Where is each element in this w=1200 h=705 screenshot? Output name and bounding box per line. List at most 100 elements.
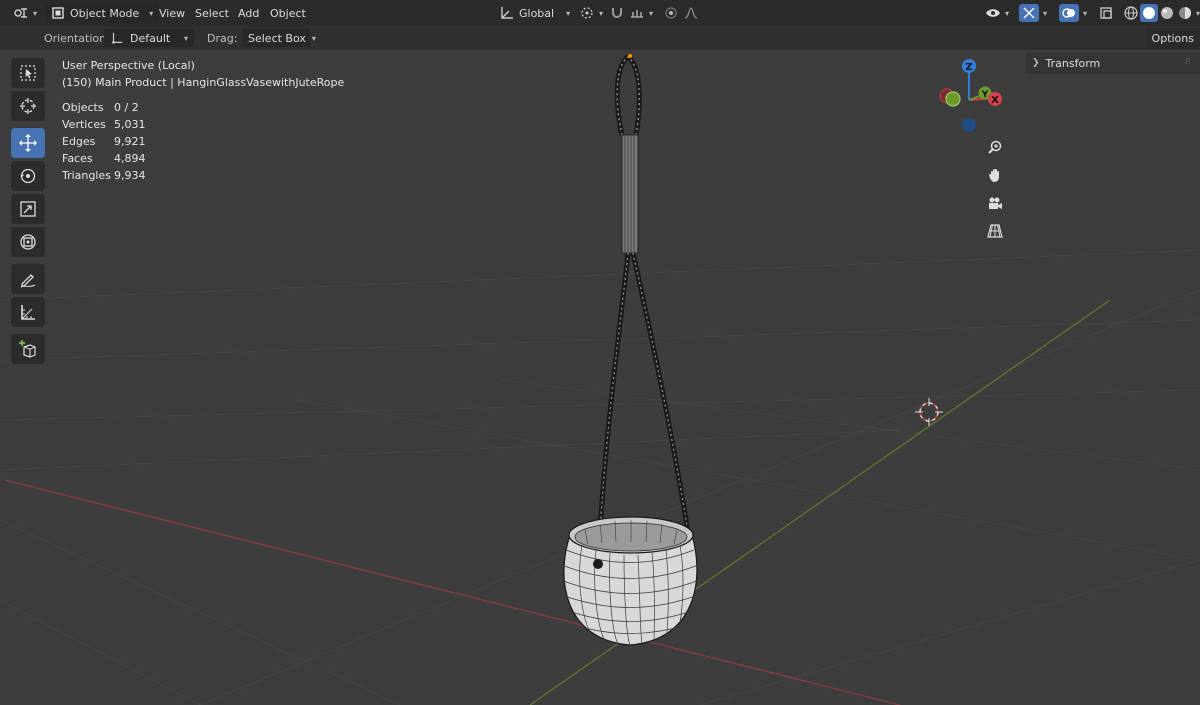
select-box-icon: [20, 65, 36, 81]
hand-icon: [989, 169, 999, 182]
chevron-down-icon: ▾: [183, 33, 188, 43]
3d-cursor[interactable]: [915, 398, 943, 426]
orientation-label: Global: [519, 6, 555, 20]
move-icon: [19, 134, 37, 152]
cursor-tool[interactable]: [11, 91, 45, 121]
rendered-shading-button[interactable]: [1176, 5, 1194, 21]
viewport-scene: [0, 53, 1200, 705]
move-tool[interactable]: [11, 128, 45, 158]
gizmo-toggle[interactable]: ▾: [1014, 0, 1052, 26]
wireframe-shading-button[interactable]: [1122, 5, 1140, 21]
rotate-tool[interactable]: [11, 161, 45, 191]
measure-icon: [21, 305, 35, 320]
overlays-toggle[interactable]: ▾: [1054, 0, 1092, 26]
orientation-dropdown[interactable]: Default ▾: [104, 26, 194, 50]
proportional-icon: [665, 7, 677, 19]
annotate-tool[interactable]: [11, 264, 45, 294]
eye-icon: [986, 9, 1000, 17]
options-button[interactable]: Options: [1145, 28, 1200, 48]
gizmo-icon: [1023, 7, 1035, 19]
select-box-tool[interactable]: [11, 58, 45, 88]
scene-statistics: Objects 0 / 2 Vertices 5,031 Edges 9,921 Fa…: [62, 99, 146, 184]
orientation-icon: [501, 7, 513, 19]
chevron-down-icon: ▾: [599, 8, 604, 18]
gizmo-button[interactable]: [1019, 4, 1039, 22]
menu-select[interactable]: Select: [189, 0, 235, 26]
camera-view-button[interactable]: [983, 191, 1007, 215]
neg-y-axis-ball[interactable]: [945, 91, 961, 107]
hanging-vase-model[interactable]: [560, 53, 700, 646]
stat-row: Faces 4,894: [62, 152, 146, 165]
mode-dropdown[interactable]: Object Mode ▾: [45, 0, 159, 26]
falloff-icon: [684, 7, 698, 19]
scale-tool[interactable]: [11, 194, 45, 224]
origin-point: [628, 54, 632, 58]
rendered-sphere-icon: [1179, 7, 1191, 19]
view-name: User Perspective (Local): [62, 59, 195, 72]
object-path: (150) Main Product | HanginGlassVasewith…: [62, 76, 345, 89]
visibility-dropdown[interactable]: ▾: [980, 0, 1014, 26]
drag-dropdown[interactable]: Select Box ▾: [242, 26, 316, 50]
drag-setting: Drag:: [207, 26, 237, 50]
navigation-gizmo[interactable]: Z Y X: [930, 52, 1010, 142]
menu-add[interactable]: Add: [232, 0, 265, 26]
pan-button[interactable]: [983, 163, 1007, 187]
solid-shading-button[interactable]: [1140, 4, 1158, 22]
orientation-setting-label: Orientation:: [44, 31, 110, 45]
xray-toggle[interactable]: [1098, 0, 1114, 26]
snap-increment-icon: [631, 10, 643, 18]
transform-panel-label: Transform: [1045, 56, 1101, 70]
zoom-icon: [988, 140, 1002, 154]
scale-icon: [20, 201, 36, 217]
chevron-down-icon: ▾: [1043, 8, 1048, 18]
measure-tool[interactable]: [11, 297, 45, 327]
y-axis-label: Y: [981, 90, 989, 100]
overlays-icon: [1062, 8, 1075, 18]
zoom-button[interactable]: [983, 135, 1007, 159]
add-cube-icon: [19, 340, 36, 358]
material-shading-button[interactable]: [1158, 5, 1176, 21]
3d-viewport[interactable]: User Perspective (Local) (150) Main Prod…: [0, 50, 1200, 705]
mode-label: Object Mode: [70, 6, 140, 20]
drag-value: Select Box: [248, 31, 306, 45]
x-axis-label: X: [991, 95, 999, 106]
chevron-down-icon[interactable]: ▾: [1196, 9, 1200, 18]
perspective-toggle-button[interactable]: [983, 219, 1007, 243]
chevron-down-icon: ▾: [311, 33, 316, 43]
snap-toggle[interactable]: ▾: [604, 0, 658, 26]
annotate-icon: [20, 274, 36, 288]
transform-tool[interactable]: [11, 227, 45, 257]
drag-setting-label: Drag:: [207, 31, 238, 45]
stat-row: Vertices 5,031: [62, 118, 146, 131]
z-axis-label: Z: [965, 62, 972, 73]
stat-row: Objects 0 / 2: [62, 101, 139, 114]
cursor-icon: [20, 98, 36, 114]
editor-type-selector[interactable]: ▾: [8, 0, 42, 26]
tool-settings-header: Orientation: Default ▾ Drag: Select Box …: [0, 26, 1200, 50]
orientation-value: Default: [130, 31, 171, 45]
chevron-down-icon: ▾: [566, 8, 571, 18]
chevron-down-icon: ▾: [1005, 8, 1010, 18]
pivot-icon: [581, 7, 593, 19]
stat-row: Triangles 9,934: [62, 169, 146, 182]
options-label: Options: [1151, 31, 1194, 45]
pivot-point-dropdown[interactable]: ▾: [574, 0, 608, 26]
drag-handle-icon[interactable]: ⠿: [1184, 58, 1192, 68]
material-sphere-icon: [1161, 7, 1173, 19]
menu-object[interactable]: Object: [264, 0, 312, 26]
overlays-button[interactable]: [1059, 4, 1079, 22]
xray-icon: [1100, 7, 1112, 19]
viewport-info: User Perspective (Local) (150) Main Prod…: [62, 57, 344, 91]
object-mode-icon: [52, 7, 64, 19]
magnet-icon: [612, 8, 622, 18]
transform-icon: [20, 234, 36, 250]
menu-view[interactable]: View: [153, 0, 191, 26]
transform-panel-header[interactable]: ❯ Transform ⠿: [1026, 52, 1200, 74]
chevron-down-icon: ▾: [33, 8, 38, 18]
transform-orientation-dropdown[interactable]: Global ▾: [494, 0, 575, 26]
neg-z-axis-ball[interactable]: [962, 118, 976, 132]
proportional-editing-toggle[interactable]: [658, 0, 704, 26]
chevron-down-icon: ▾: [649, 8, 654, 18]
shading-modes: ▾: [1122, 0, 1200, 26]
add-cube-tool[interactable]: [11, 334, 45, 364]
